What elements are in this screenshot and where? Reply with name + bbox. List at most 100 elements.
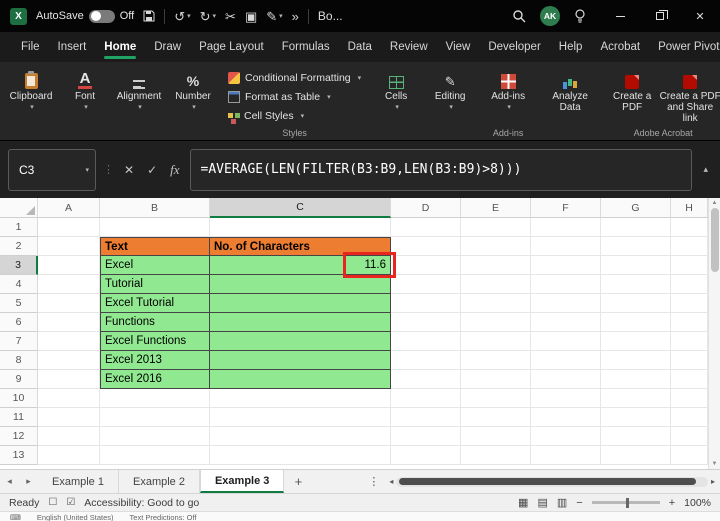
row-header-2[interactable]: 2 bbox=[0, 237, 38, 256]
vertical-scrollbar[interactable]: ▲ ▼ bbox=[708, 198, 720, 469]
macro-record-icon[interactable]: ☐ bbox=[48, 497, 57, 508]
cell-D8[interactable] bbox=[391, 351, 461, 370]
cell-C1[interactable] bbox=[210, 218, 391, 237]
scroll-up-icon[interactable]: ▲ bbox=[712, 198, 718, 208]
row-header-5[interactable]: 5 bbox=[0, 294, 38, 313]
cell-G5[interactable] bbox=[601, 294, 671, 313]
cell-B8[interactable]: Excel 2013 bbox=[100, 351, 210, 370]
cell-E5[interactable] bbox=[461, 294, 531, 313]
cell-C2[interactable]: No. of Characters bbox=[210, 237, 391, 256]
cell-F12[interactable] bbox=[531, 427, 601, 446]
cell-C8[interactable] bbox=[210, 351, 391, 370]
horizontal-scroll-track[interactable] bbox=[396, 477, 708, 487]
new-sheet-button[interactable]: + bbox=[284, 470, 312, 493]
menu-help[interactable]: Help bbox=[550, 32, 592, 62]
cell-F8[interactable] bbox=[531, 351, 601, 370]
cell-F7[interactable] bbox=[531, 332, 601, 351]
cell-E7[interactable] bbox=[461, 332, 531, 351]
menu-developer[interactable]: Developer bbox=[479, 32, 549, 62]
cell-F4[interactable] bbox=[531, 275, 601, 294]
cell-H6[interactable] bbox=[671, 313, 708, 332]
normal-view-icon[interactable]: ▦ bbox=[518, 496, 528, 509]
cell-E3[interactable] bbox=[461, 256, 531, 275]
sheet-tab-example-3[interactable]: Example 3 bbox=[200, 470, 284, 493]
cells-button[interactable]: Cells ▾ bbox=[373, 65, 419, 112]
cell-B5[interactable]: Excel Tutorial bbox=[100, 294, 210, 313]
cell-E13[interactable] bbox=[461, 446, 531, 465]
cell-H12[interactable] bbox=[671, 427, 708, 446]
zoom-out-button[interactable]: − bbox=[576, 497, 582, 509]
cell-A12[interactable] bbox=[38, 427, 100, 446]
cell-F11[interactable] bbox=[531, 408, 601, 427]
cancel-entry-button[interactable]: ✕ bbox=[121, 163, 137, 177]
lightbulb-button[interactable] bbox=[574, 9, 586, 23]
column-header-F[interactable]: F bbox=[531, 198, 601, 218]
cell-B13[interactable] bbox=[100, 446, 210, 465]
format-painter-button[interactable]: ✎▾ bbox=[266, 10, 282, 23]
cell-G13[interactable] bbox=[601, 446, 671, 465]
cell-B10[interactable] bbox=[100, 389, 210, 408]
autosave-control[interactable]: AutoSave Off bbox=[36, 10, 134, 23]
cell-C9[interactable] bbox=[210, 370, 391, 389]
alignment-button[interactable]: Alignment ▾ bbox=[116, 65, 162, 112]
menu-power-pivot[interactable]: Power Pivot bbox=[649, 32, 720, 62]
column-header-D[interactable]: D bbox=[391, 198, 461, 218]
accessibility-status[interactable]: Accessibility: Good to go bbox=[84, 497, 199, 509]
cell-A10[interactable] bbox=[38, 389, 100, 408]
cell-D2[interactable] bbox=[391, 237, 461, 256]
cell-E2[interactable] bbox=[461, 237, 531, 256]
cell-G3[interactable] bbox=[601, 256, 671, 275]
cell-F3[interactable] bbox=[531, 256, 601, 275]
sheet-tab-example-1[interactable]: Example 1 bbox=[38, 470, 119, 493]
cell-F1[interactable] bbox=[531, 218, 601, 237]
menu-page-layout[interactable]: Page Layout bbox=[190, 32, 273, 62]
vertical-scroll-thumb[interactable] bbox=[711, 208, 719, 272]
zoom-in-button[interactable]: + bbox=[669, 497, 675, 509]
insert-function-button[interactable]: fx bbox=[167, 162, 182, 178]
cell-F6[interactable] bbox=[531, 313, 601, 332]
cell-A7[interactable] bbox=[38, 332, 100, 351]
sheet-tab-example-2[interactable]: Example 2 bbox=[119, 470, 200, 493]
conditional-formatting-button[interactable]: Conditional Formatting ▾ bbox=[224, 69, 365, 86]
cell-A2[interactable] bbox=[38, 237, 100, 256]
cell-B2[interactable]: Text bbox=[100, 237, 210, 256]
row-header-8[interactable]: 8 bbox=[0, 351, 38, 370]
user-avatar[interactable]: AK bbox=[540, 6, 560, 26]
cell-B11[interactable] bbox=[100, 408, 210, 427]
cell-A11[interactable] bbox=[38, 408, 100, 427]
column-header-B[interactable]: B bbox=[100, 198, 210, 218]
copy-button[interactable]: ▣ bbox=[245, 10, 257, 23]
cell-E12[interactable] bbox=[461, 427, 531, 446]
cell-E1[interactable] bbox=[461, 218, 531, 237]
menu-file[interactable]: File bbox=[12, 32, 49, 62]
number-button[interactable]: % Number ▾ bbox=[170, 65, 216, 112]
cell-A13[interactable] bbox=[38, 446, 100, 465]
cell-H2[interactable] bbox=[671, 237, 708, 256]
cell-D4[interactable] bbox=[391, 275, 461, 294]
cell-H5[interactable] bbox=[671, 294, 708, 313]
cell-H4[interactable] bbox=[671, 275, 708, 294]
menu-formulas[interactable]: Formulas bbox=[273, 32, 339, 62]
cell-B12[interactable] bbox=[100, 427, 210, 446]
cell-styles-button[interactable]: Cell Styles ▾ bbox=[224, 107, 308, 124]
cell-A8[interactable] bbox=[38, 351, 100, 370]
cell-F9[interactable] bbox=[531, 370, 601, 389]
cell-H3[interactable] bbox=[671, 256, 708, 275]
row-header-6[interactable]: 6 bbox=[0, 313, 38, 332]
cell-E9[interactable] bbox=[461, 370, 531, 389]
excel-app-icon[interactable]: X bbox=[10, 8, 27, 25]
cell-E6[interactable] bbox=[461, 313, 531, 332]
create-pdf-share-button[interactable]: Create a PDF and Share link bbox=[659, 65, 720, 124]
cut-button[interactable]: ✂ bbox=[225, 10, 236, 23]
page-break-view-icon[interactable]: ▥ bbox=[557, 496, 567, 509]
format-as-table-button[interactable]: Format as Table ▾ bbox=[224, 88, 335, 105]
cell-C12[interactable] bbox=[210, 427, 391, 446]
cell-E8[interactable] bbox=[461, 351, 531, 370]
row-header-1[interactable]: 1 bbox=[0, 218, 38, 237]
cell-H13[interactable] bbox=[671, 446, 708, 465]
select-all-corner[interactable] bbox=[0, 198, 38, 218]
cell-G11[interactable] bbox=[601, 408, 671, 427]
cell-D13[interactable] bbox=[391, 446, 461, 465]
cell-B4[interactable]: Tutorial bbox=[100, 275, 210, 294]
restore-button[interactable] bbox=[640, 0, 680, 32]
